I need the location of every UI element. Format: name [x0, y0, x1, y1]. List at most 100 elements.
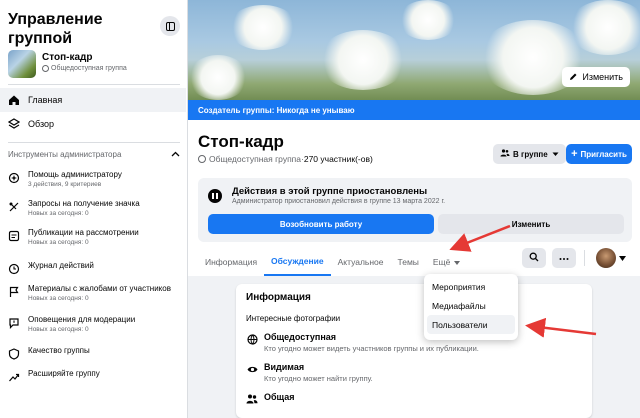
- tool-label: Расширяйте группу: [28, 369, 100, 378]
- menu-item-events[interactable]: Мероприятия: [427, 277, 515, 296]
- collapse-sidebar-button[interactable]: [160, 16, 180, 36]
- group-header: Стоп-кадр Общедоступная группа · 270 уча…: [188, 120, 640, 276]
- info-row-sub: Кто угодно может видеть участников групп…: [264, 344, 479, 353]
- menu-item-media[interactable]: Медиафайлы: [427, 296, 515, 315]
- paused-subtitle: Администратор приостановил действия в гр…: [232, 198, 446, 205]
- tool-grow-group[interactable]: Расширяйте группу: [8, 369, 186, 383]
- tool-activity-log[interactable]: Журнал действий: [8, 261, 186, 275]
- tool-sub: Новых за сегодня: 0: [28, 326, 89, 333]
- overview-icon: [8, 118, 20, 130]
- group-thumbnail: [8, 50, 36, 78]
- chevron-down-icon: [552, 150, 559, 159]
- cover-blossom: [398, 0, 458, 40]
- menu-item-people[interactable]: Пользователи: [427, 315, 515, 334]
- menu-item-label: Пользователи: [432, 319, 488, 330]
- main-content: Изменить Создатель группы: Никогда не ун…: [188, 0, 640, 418]
- reported-icon: [8, 286, 20, 298]
- resume-label: Возобновить работу: [279, 219, 363, 229]
- badge-icon: [8, 201, 20, 213]
- grow-group-icon: [8, 371, 20, 383]
- sidebar-toggle-icon: [165, 21, 175, 31]
- chevron-up-icon: [171, 150, 180, 159]
- caret-down-icon: [454, 257, 461, 267]
- tool-sub: Новых за сегодня: 0: [28, 239, 89, 246]
- nav-label: Обзор: [28, 119, 54, 129]
- paused-title: Действия в этой группе приостановлены: [232, 186, 428, 197]
- divider: [8, 84, 180, 85]
- tool-reported-content[interactable]: Материалы с жалобами от участников Новых …: [8, 284, 186, 302]
- search-button[interactable]: [522, 248, 546, 268]
- tool-label: Оповещения для модерации: [28, 315, 136, 324]
- nav-item-overview[interactable]: Обзор: [0, 112, 186, 136]
- admin-tools-header[interactable]: Инструменты администратора: [8, 150, 180, 159]
- moderation-alerts-icon: [8, 317, 20, 329]
- more-options-button[interactable]: [552, 248, 576, 268]
- member-count[interactable]: 270 участник(-ов): [304, 154, 373, 164]
- tool-label: Помощь администратору: [28, 170, 122, 179]
- admin-tools-heading: Инструменты администратора: [8, 150, 122, 159]
- menu-item-label: Мероприятия: [432, 281, 486, 292]
- people-icon: [246, 393, 258, 405]
- group-privacy: Общедоступная группа: [51, 65, 127, 72]
- info-row-title: Общая: [264, 392, 295, 402]
- tool-label: Запросы на получение значка: [28, 199, 140, 208]
- tab-info[interactable]: Информация: [198, 248, 264, 276]
- home-icon: [8, 94, 20, 106]
- tool-moderation-alerts[interactable]: Оповещения для модерации Новых за сегодня…: [8, 315, 186, 333]
- tab-featured[interactable]: Актуальное: [331, 248, 391, 276]
- creator-text: Создатель группы: Никогда не унываю: [198, 105, 355, 115]
- tab-topics[interactable]: Темы: [391, 248, 426, 276]
- info-row-title: Видимая: [264, 362, 305, 372]
- tool-label: Качество группы: [28, 346, 90, 355]
- tool-sub: Новых за сегодня: 0: [28, 210, 89, 217]
- activity-log-icon: [8, 263, 20, 275]
- change-label: Изменить: [511, 219, 551, 229]
- tool-group-quality[interactable]: Качество группы: [8, 346, 186, 360]
- nav-item-home[interactable]: Главная: [0, 88, 186, 112]
- admin-sidebar: Управление группой Стоп-кадр Общедоступн…: [0, 0, 188, 418]
- eye-icon: [246, 363, 258, 375]
- search-icon: [529, 252, 539, 265]
- group-tabs: Информация Обсуждение Актуальное Темы Ещ…: [198, 248, 467, 276]
- change-pause-button[interactable]: Изменить: [438, 214, 624, 234]
- admin-assist-icon: [8, 172, 20, 184]
- in-group-button[interactable]: В группе: [493, 144, 566, 164]
- cover-blossom: [568, 0, 640, 55]
- tool-label: Публикации на рассмотрении: [28, 228, 139, 237]
- info-row-general: Общая: [246, 392, 295, 405]
- group-quality-icon: [8, 348, 20, 360]
- pending-posts-icon: [8, 230, 20, 242]
- sidebar-title: Управление группой: [8, 11, 103, 47]
- group-name: Стоп-кадр: [42, 52, 93, 63]
- group-meta: Общедоступная группа · 270 участник(-ов): [198, 154, 373, 164]
- tool-sub: 3 действия, 9 критериев: [28, 181, 102, 188]
- creator-banner: Создатель группы: Никогда не унываю: [188, 100, 640, 120]
- globe-icon: [198, 155, 206, 163]
- globe-icon: [246, 333, 258, 345]
- menu-item-label: Медиафайлы: [432, 300, 486, 311]
- resume-button[interactable]: Возобновить работу: [208, 214, 434, 234]
- pencil-icon: [569, 72, 578, 83]
- cover-blossom: [318, 30, 408, 90]
- tab-label: Ещё: [432, 257, 451, 267]
- info-photos-label[interactable]: Интересные фотографии: [246, 314, 340, 323]
- invite-button[interactable]: + Пригласить: [566, 144, 632, 164]
- tab-discussion[interactable]: Обсуждение: [264, 248, 331, 276]
- tool-label: Журнал действий: [28, 261, 94, 270]
- avatar-caret-icon[interactable]: [619, 254, 626, 263]
- group-card[interactable]: Стоп-кадр Общедоступная группа: [8, 50, 183, 78]
- divider: [584, 250, 585, 266]
- avatar[interactable]: [596, 248, 616, 268]
- tab-label: Актуальное: [337, 257, 384, 267]
- tool-badge-requests[interactable]: Запросы на получение значка Новых за сего…: [8, 199, 186, 217]
- invite-label: Пригласить: [580, 149, 627, 159]
- nav-label: Главная: [28, 95, 63, 105]
- info-title: Информация: [246, 292, 311, 303]
- info-card: Информация Интересные фотографии Общедос…: [236, 284, 592, 418]
- tool-admin-assist[interactable]: Помощь администратору 3 действия, 9 крите…: [8, 170, 186, 188]
- tool-pending-posts[interactable]: Публикации на рассмотрении Новых за сегод…: [8, 228, 186, 246]
- tool-label: Материалы с жалобами от участников: [28, 284, 171, 293]
- more-dots-icon: [559, 253, 569, 264]
- edit-cover-button[interactable]: Изменить: [562, 67, 630, 87]
- tab-more[interactable]: Ещё: [426, 248, 467, 276]
